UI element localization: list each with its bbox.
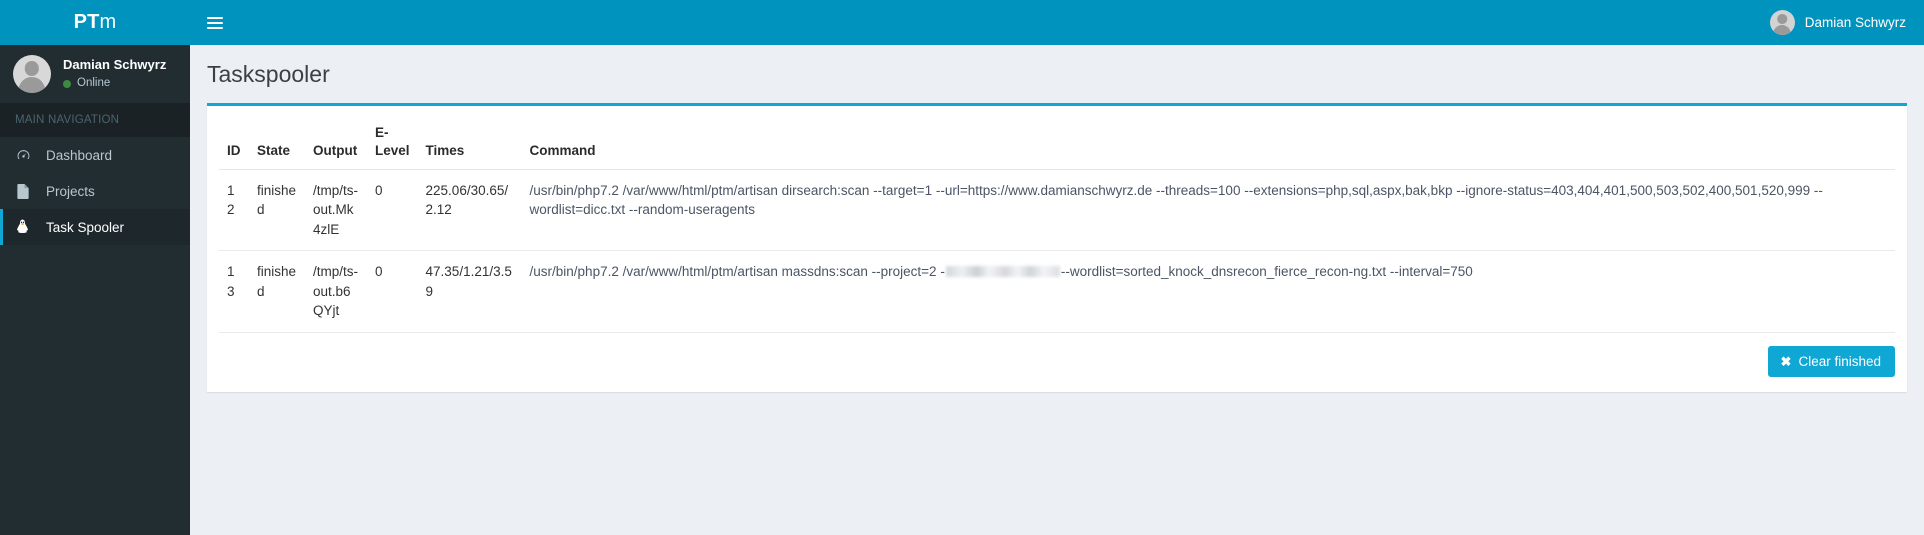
cell-times: 225.06/30.65/2.12 [417,169,522,252]
sidebar-user-status: Online [63,76,166,92]
file-icon [16,183,38,199]
cell-times: 47.35/1.21/3.59 [417,250,522,333]
sidebar-user-panel: Damian Schwyrz Online [0,45,190,103]
cell-state: finished [249,250,305,333]
sidebar-user-name: Damian Schwyrz [63,57,167,73]
hamburger-icon [207,14,223,32]
sidebar-item-label: Dashboard [46,147,113,163]
column-header-times[interactable]: Times [417,116,522,170]
cell-command: /usr/bin/php7.2 /var/www/html/ptm/artisa… [521,169,1895,252]
sidebar-item-label: Task Spooler [46,219,125,235]
logo-text-bold: PT [73,11,100,33]
sidebar-item-projects[interactable]: Projects [0,173,190,209]
table-head: ID State Output E-Level Times Command [219,116,1895,170]
sidebar-item-label: Projects [46,183,95,199]
sidebar-item-dashboard[interactable]: Dashboard [0,137,190,173]
sidebar-nav-header: MAIN NAVIGATION [0,103,190,137]
close-x-icon: ✖ [1780,353,1792,369]
cell-output: /tmp/ts-out.b6QYjt [305,250,367,333]
table-row[interactable]: 12 finished /tmp/ts-out.Mk4zlE 0 225.06/… [219,169,1895,252]
command-text: /usr/bin/php7.2 /var/www/html/ptm/artisa… [529,264,945,280]
logo-text-light: m [99,11,117,33]
table-body: 12 finished /tmp/ts-out.Mk4zlE 0 225.06/… [219,169,1895,333]
command-text-trailing: --wordlist=sorted_knock_dnsrecon_fierce_… [1060,264,1473,280]
cell-command: /usr/bin/php7.2 /var/www/html/ptm/artisa… [521,250,1895,333]
online-status-dot [63,79,71,88]
navbar-username: Damian Schwyrz [1804,15,1906,30]
sidebar: Damian Schwyrz Online MAIN NAVIGATION Da… [0,45,190,535]
clear-finished-label: Clear finished [1798,353,1881,369]
cell-elevel: 0 [367,169,418,252]
taskspooler-table: ID State Output E-Level Times Command 12 [219,116,1895,333]
page-title: Taskspooler [207,61,330,87]
tux-icon [16,219,38,235]
cell-id: 13 [219,250,249,333]
cell-elevel: 0 [367,250,418,333]
sidebar-nav-list: Dashboard Projects Task Spooler [0,137,190,245]
cell-state: finished [249,169,305,252]
box-body: ID State Output E-Level Times Command 12 [207,106,1907,333]
dashboard-icon [16,148,38,163]
table-row[interactable]: 13 finished /tmp/ts-out.b6QYjt 0 47.35/1… [219,250,1895,333]
content-wrapper: Taskspooler ID State Output E-Level Time… [190,45,1924,535]
redacted-text-block [945,266,1060,278]
sidebar-toggle-button[interactable] [190,0,240,45]
cell-id: 12 [219,169,249,252]
sidebar-avatar [13,55,51,93]
column-header-command[interactable]: Command [521,116,1895,170]
cell-output: /tmp/ts-out.Mk4zlE [305,169,367,252]
content-body: ID State Output E-Level Times Command 12 [190,95,1924,392]
column-header-state[interactable]: State [249,116,305,170]
navbar-user-menu[interactable]: Damian Schwyrz [1769,0,1924,45]
navbar-avatar [1769,10,1795,35]
sidebar-user-status-label: Online [77,77,111,90]
column-header-elevel[interactable]: E-Level [367,116,418,170]
box-footer: ✖ Clear finished [207,332,1907,392]
content-header: Taskspooler [190,45,1924,95]
main-header: PT m Damian Schwyrz [0,0,1924,45]
column-header-id[interactable]: ID [219,116,249,170]
top-navbar: Damian Schwyrz [190,0,1924,45]
app-root: PT m Damian Schwyrz Damian Schwyrz Onlin… [0,0,1924,535]
clear-finished-button[interactable]: ✖ Clear finished [1767,345,1895,377]
table-header-row: ID State Output E-Level Times Command [219,116,1895,170]
column-header-output[interactable]: Output [305,116,367,170]
command-text: /usr/bin/php7.2 /var/www/html/ptm/artisa… [529,182,1823,218]
taskspooler-box: ID State Output E-Level Times Command 12 [207,103,1907,392]
sidebar-item-task-spooler[interactable]: Task Spooler [0,209,190,245]
app-logo[interactable]: PT m [0,0,190,45]
